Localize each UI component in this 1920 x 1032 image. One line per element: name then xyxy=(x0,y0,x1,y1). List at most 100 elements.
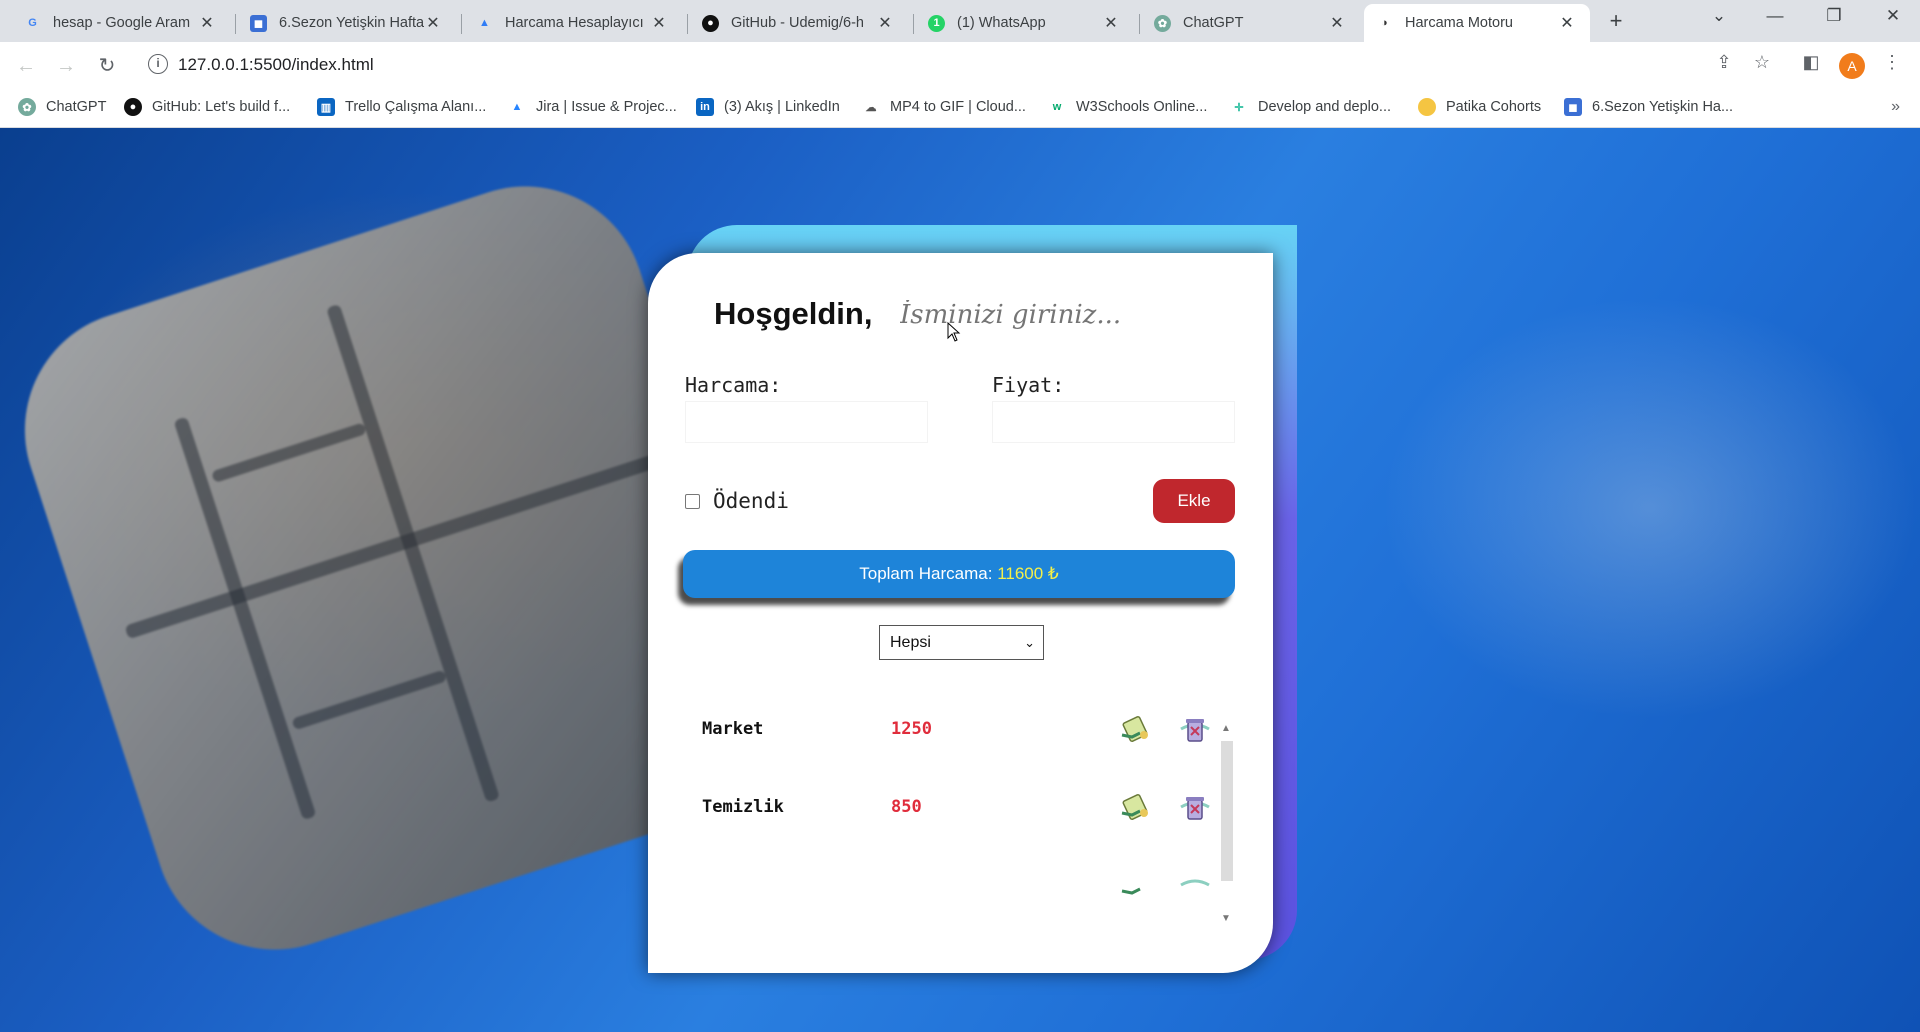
item-name: Temizlik xyxy=(702,797,784,817)
bookmarks-bar: ✿ ChatGPT ● GitHub: Let's build f... ▥ T… xyxy=(0,90,1920,128)
mouse-cursor-icon xyxy=(947,321,961,342)
tab-google-search[interactable]: G hesap - Google Aram ✕ xyxy=(12,4,230,42)
bookmark-label: Jira | Issue & Projec... xyxy=(536,99,677,115)
share-icon[interactable]: ⇪ xyxy=(1710,52,1738,73)
scroll-up-arrow-icon[interactable]: ▲ xyxy=(1221,723,1231,734)
price-input[interactable] xyxy=(992,401,1235,443)
mark-paid-icon[interactable] xyxy=(1118,713,1152,745)
bookmark-linkedin[interactable]: in (3) Akış | LinkedIn xyxy=(696,98,840,116)
profile-avatar[interactable]: A xyxy=(1839,53,1865,79)
item-price: 1250 xyxy=(891,719,932,739)
delete-trash-icon[interactable] xyxy=(1178,791,1212,823)
tab-harcama-motoru[interactable]: ◑ Harcama Motoru ✕ xyxy=(1364,4,1590,42)
close-tab-icon[interactable]: ✕ xyxy=(1328,13,1346,33)
scrollbar-thumb[interactable] xyxy=(1221,741,1233,881)
delete-trash-icon[interactable] xyxy=(1178,869,1212,901)
bookmark-patika[interactable]: Patika Cohorts xyxy=(1418,98,1541,116)
bitbucket-icon: ▲ xyxy=(479,17,490,29)
close-window-button[interactable]: ✕ xyxy=(1870,6,1916,26)
bookmark-label: Patika Cohorts xyxy=(1446,99,1542,115)
close-tab-icon[interactable]: ✕ xyxy=(424,13,442,33)
w3schools-icon: w xyxy=(1052,101,1062,113)
tab-separator xyxy=(461,14,462,34)
classroom-icon: ◼ xyxy=(250,14,267,32)
close-tab-icon[interactable]: ✕ xyxy=(876,13,894,33)
bookmark-develop-deploy[interactable]: ✛ Develop and deplo... xyxy=(1230,98,1391,116)
cloudconvert-icon: ☁ xyxy=(865,101,877,114)
item-name: Market xyxy=(702,719,764,739)
more-bookmarks-chevron-icon[interactable]: » xyxy=(1891,98,1900,116)
bookmark-w3schools[interactable]: w W3Schools Online... xyxy=(1048,98,1208,116)
tab-classroom[interactable]: ◼ 6.Sezon Yetişkin Hafta ✕ xyxy=(238,4,456,42)
tab-title: (1) WhatsApp xyxy=(957,15,1046,31)
linkedin-icon: in xyxy=(696,98,714,116)
bookmark-cloudconvert[interactable]: ☁ MP4 to GIF | Cloud... xyxy=(862,98,1026,116)
github-icon: ● xyxy=(124,98,142,116)
price-label: Fiyat: xyxy=(992,373,1065,397)
tab-separator xyxy=(235,14,236,34)
expense-input[interactable] xyxy=(685,401,928,443)
expense-label: Harcama: xyxy=(685,373,782,397)
browser-toolbar: ← → ↻ i 127.0.0.1:5500/index.html ⇪ ☆ ◧ … xyxy=(0,42,1920,90)
filter-selected-value: Hepsi xyxy=(890,634,931,651)
classroom-icon: ◼ xyxy=(1564,98,1582,116)
site-info-icon[interactable]: i xyxy=(148,54,168,74)
page-viewport: Hoşgeldin, Harcama: Fiyat: Ödendi Ekle T… xyxy=(0,128,1920,1032)
minimize-button[interactable]: — xyxy=(1752,6,1798,26)
menu-kebab-icon[interactable]: ⋮ xyxy=(1878,52,1906,73)
close-tab-icon[interactable]: ✕ xyxy=(1102,13,1120,33)
reload-icon[interactable]: ↻ xyxy=(93,52,121,80)
tab-chatgpt[interactable]: ✿ ChatGPT ✕ xyxy=(1142,4,1360,42)
tab-title: ChatGPT xyxy=(1183,15,1244,31)
close-tab-icon[interactable]: ✕ xyxy=(198,13,216,33)
address-bar[interactable]: 127.0.0.1:5500/index.html xyxy=(178,55,374,75)
bookmark-chatgpt[interactable]: ✿ ChatGPT xyxy=(18,98,106,116)
paid-label: Ödendi xyxy=(713,489,789,513)
tab-github[interactable]: ● GitHub - Udemig/6-h ✕ xyxy=(690,4,908,42)
bookmark-label: (3) Akış | LinkedIn xyxy=(724,99,840,115)
close-tab-icon[interactable]: ✕ xyxy=(1558,13,1576,33)
forward-arrow-icon[interactable]: → xyxy=(52,52,80,80)
list-item: Market 1250 xyxy=(683,701,1243,761)
mark-paid-icon[interactable] xyxy=(1118,869,1152,901)
back-arrow-icon[interactable]: ← xyxy=(12,52,40,80)
delete-trash-icon[interactable] xyxy=(1178,713,1212,745)
tab-whatsapp[interactable]: 1 (1) WhatsApp ✕ xyxy=(916,4,1134,42)
list-scrollbar[interactable]: ▲ ▼ xyxy=(1218,723,1234,933)
bookmark-classroom[interactable]: ◼ 6.Sezon Yetişkin Ha... xyxy=(1564,98,1733,116)
bookmark-trello[interactable]: ▥ Trello Çalışma Alanı... xyxy=(317,98,486,116)
whatsapp-icon: 1 xyxy=(928,14,945,32)
name-input[interactable] xyxy=(900,293,1180,337)
new-tab-button[interactable]: + xyxy=(1601,8,1631,34)
bookmark-label: Develop and deplo... xyxy=(1258,99,1392,115)
paid-checkbox[interactable] xyxy=(685,494,700,509)
tab-harcama-hesaplayici[interactable]: ▲ Harcama Hesaplayıcı ✕ xyxy=(464,4,682,42)
tab-separator xyxy=(913,14,914,34)
side-panel-icon[interactable]: ◧ xyxy=(1797,52,1825,73)
total-expense-bar: Toplam Harcama: 11600 ₺ xyxy=(683,550,1235,598)
chatgpt-icon: ✿ xyxy=(1154,14,1171,32)
filter-select[interactable]: Hepsi ⌄ xyxy=(879,625,1044,660)
tab-search-chevron-icon[interactable]: ⌄ xyxy=(1696,6,1742,26)
close-tab-icon[interactable]: ✕ xyxy=(650,13,668,33)
tab-separator xyxy=(687,14,688,34)
patika-icon xyxy=(1418,98,1436,116)
bookmark-github[interactable]: ● GitHub: Let's build f... xyxy=(124,98,290,116)
tab-separator xyxy=(1139,14,1140,34)
bookmark-jira[interactable]: ▲ Jira | Issue & Projec... xyxy=(508,98,677,116)
tab-title: GitHub - Udemig/6-h xyxy=(731,15,864,31)
bookmark-label: W3Schools Online... xyxy=(1076,99,1208,115)
trello-icon: ▥ xyxy=(317,98,335,116)
expense-list: Market 1250 Temizlik 850 xyxy=(683,701,1243,921)
restore-button[interactable]: ❐ xyxy=(1811,6,1857,26)
bookmark-label: MP4 to GIF | Cloud... xyxy=(890,99,1026,115)
bookmark-star-icon[interactable]: ☆ xyxy=(1748,52,1776,73)
github-icon: ● xyxy=(702,14,719,32)
scroll-down-arrow-icon[interactable]: ▼ xyxy=(1221,913,1231,924)
mark-paid-icon[interactable] xyxy=(1118,791,1152,823)
tab-title: 6.Sezon Yetişkin Hafta xyxy=(279,15,424,31)
tab-title: hesap - Google Aram xyxy=(53,15,191,31)
add-button[interactable]: Ekle xyxy=(1153,479,1235,523)
page-icon: ◑ xyxy=(1381,17,1388,29)
chatgpt-icon: ✿ xyxy=(18,98,36,116)
